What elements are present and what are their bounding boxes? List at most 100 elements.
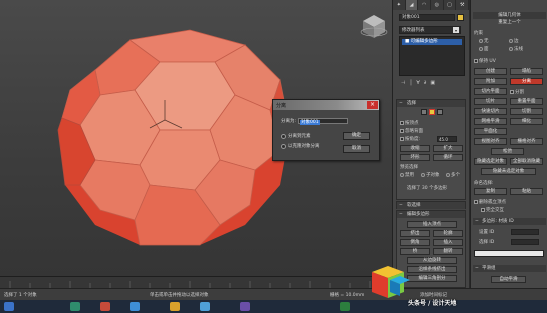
tab-utilities[interactable]: ⚒ — [456, 0, 470, 10]
paste-button[interactable]: 粘贴 — [510, 188, 543, 195]
reset-plane-button[interactable]: 重置平面 — [510, 98, 543, 105]
soft-selection-header[interactable]: 软选择 — [397, 202, 465, 209]
detach-as-clone-row[interactable]: 以克隆对象分离 — [281, 143, 320, 149]
selection-rollout-header[interactable]: 选择 — [397, 100, 465, 107]
quickslice-button[interactable]: 快速切片 — [474, 108, 507, 115]
tessellate-button[interactable]: 细化 — [510, 118, 543, 125]
app-icon[interactable] — [240, 302, 250, 311]
tab-create[interactable]: ✦ — [393, 0, 406, 10]
app-icon[interactable] — [100, 302, 110, 311]
polygon-icon[interactable] — [429, 109, 435, 115]
by-angle-checkbox[interactable] — [400, 136, 404, 141]
full-interactivity-option[interactable]: 完全交互 — [481, 207, 504, 213]
unhide-all-button[interactable]: 全部取消隐藏 — [510, 158, 543, 165]
edit-polygons-header[interactable]: 编辑多边形 — [397, 211, 465, 218]
by-angle-option[interactable]: 按角度: — [400, 136, 420, 142]
set-id-spinner[interactable] — [511, 229, 539, 235]
dialog-titlebar[interactable]: 分离 — [273, 100, 379, 110]
hide-unselected-button[interactable]: 隐藏未选定对象 — [481, 168, 536, 175]
cancel-button[interactable]: 取消 — [343, 145, 370, 153]
bevel-button[interactable]: 倒角 — [400, 239, 430, 246]
app-icon[interactable] — [70, 302, 80, 311]
preview-off-option[interactable]: 禁用 — [400, 172, 414, 178]
bridge-button[interactable]: 桥 — [400, 248, 430, 255]
select-id-spinner[interactable] — [511, 239, 539, 245]
repeat-last-button[interactable]: 重复上一个 — [473, 20, 546, 26]
attach-button[interactable]: 附加 — [474, 78, 507, 85]
ok-button[interactable]: 确定 — [343, 132, 370, 140]
start-icon[interactable] — [4, 302, 14, 311]
detach-as-clone-radio[interactable] — [281, 143, 286, 149]
viewcube-icon[interactable] — [360, 12, 388, 40]
ignore-backfacing-option[interactable]: 忽略背面 — [400, 128, 423, 134]
slice-plane-button[interactable]: 切片平面 — [474, 88, 507, 95]
constraint-normal-option[interactable]: 法线 — [509, 46, 523, 52]
constraint-face-option[interactable]: 面 — [479, 46, 489, 52]
by-vertex-checkbox[interactable] — [400, 120, 404, 125]
constraint-none-radio[interactable] — [479, 38, 483, 43]
delete-isolated-option[interactable]: 删除孤立顶点 — [474, 199, 506, 205]
grid-align-button[interactable]: 栅格对齐 — [510, 138, 543, 145]
preview-subobject-option[interactable]: 子对象 — [421, 172, 440, 178]
vertex-icon[interactable] — [421, 109, 427, 115]
constraint-edge-option[interactable]: 边 — [509, 38, 519, 44]
split-checkbox[interactable] — [510, 89, 514, 94]
split-option[interactable]: 分割 — [510, 89, 524, 95]
preview-multi-option[interactable]: 多个 — [446, 172, 460, 178]
relax-button[interactable]: 松弛 — [491, 148, 524, 155]
detach-to-element-radio[interactable] — [281, 133, 286, 139]
ring-button[interactable]: 环形 — [400, 154, 430, 161]
outline-button[interactable]: 轮廓 — [433, 230, 463, 237]
loop-button[interactable]: 循环 — [433, 154, 463, 161]
full-interactivity-checkbox[interactable] — [481, 207, 485, 212]
make-unique-icon[interactable]: ∀ — [416, 80, 419, 88]
app-icon[interactable] — [200, 302, 210, 311]
auto-smooth-button[interactable]: 自动平滑 — [491, 276, 526, 283]
create-button[interactable]: 创建 — [474, 68, 507, 75]
view-align-button[interactable]: 视图对齐 — [474, 138, 507, 145]
delete-isolated-checkbox[interactable] — [474, 199, 478, 204]
slice-button[interactable]: 切片 — [474, 98, 507, 105]
pin-stack-icon[interactable]: ⊣ — [401, 80, 405, 88]
app-icon[interactable] — [170, 302, 180, 311]
flip-button[interactable]: 翻转 — [433, 248, 463, 255]
detach-button[interactable]: 分离 — [510, 78, 543, 85]
copy-button[interactable]: 复制 — [474, 188, 507, 195]
chevron-down-icon[interactable]: ▾ — [453, 27, 459, 33]
by-angle-spinner[interactable]: 45.0 — [437, 136, 457, 142]
by-vertex-option[interactable]: 按顶点 — [400, 120, 419, 126]
constraint-normal-radio[interactable] — [509, 46, 513, 51]
preview-subobject-radio[interactable] — [421, 172, 425, 177]
cut-button[interactable]: 切割 — [510, 108, 543, 115]
smoothing-groups-header[interactable]: 平滑组 — [473, 265, 546, 272]
preserve-uvs-checkbox[interactable] — [474, 58, 478, 63]
tab-modify[interactable]: ◢ — [405, 0, 419, 10]
modifier-stack[interactable]: ■ 可编辑多边形 — [399, 36, 465, 76]
make-planar-button[interactable]: 平面化 — [474, 128, 507, 135]
configure-sets-icon[interactable]: ▣ — [430, 80, 435, 88]
object-name-field[interactable]: 对象001 — [399, 14, 455, 21]
material-name-dropdown[interactable] — [474, 250, 544, 257]
remove-modifier-icon[interactable]: ∂ — [424, 80, 427, 88]
detach-to-element-row[interactable]: 分离到元素 — [281, 133, 311, 139]
app-icon[interactable] — [340, 302, 350, 311]
app-icon[interactable] — [130, 302, 140, 311]
preview-off-radio[interactable] — [400, 172, 404, 177]
detach-name-input[interactable]: 对象001 — [298, 118, 349, 125]
object-color-swatch[interactable] — [457, 14, 464, 21]
close-icon[interactable]: × — [367, 101, 378, 109]
edit-geometry-title[interactable]: 编辑几何体 — [473, 12, 546, 19]
timeline-slider[interactable] — [0, 276, 392, 288]
hide-selected-button[interactable]: 隐藏选定对象 — [474, 158, 507, 165]
insert-vertex-button[interactable]: 插入顶点 — [407, 221, 457, 228]
constraint-none-option[interactable]: 无 — [479, 38, 489, 44]
tab-motion[interactable]: ◎ — [431, 0, 444, 10]
modifier-list-dropdown[interactable]: 修改器列表 ▾ — [399, 26, 461, 34]
inset-button[interactable]: 插入 — [433, 239, 463, 246]
grow-button[interactable]: 扩大 — [433, 145, 463, 152]
ignore-backfacing-checkbox[interactable] — [400, 128, 404, 133]
constraint-edge-radio[interactable] — [509, 38, 513, 43]
extrude-button[interactable]: 挤出 — [400, 230, 430, 237]
tab-hierarchy[interactable]: ◠ — [418, 0, 432, 10]
shrink-button[interactable]: 收缩 — [400, 145, 430, 152]
